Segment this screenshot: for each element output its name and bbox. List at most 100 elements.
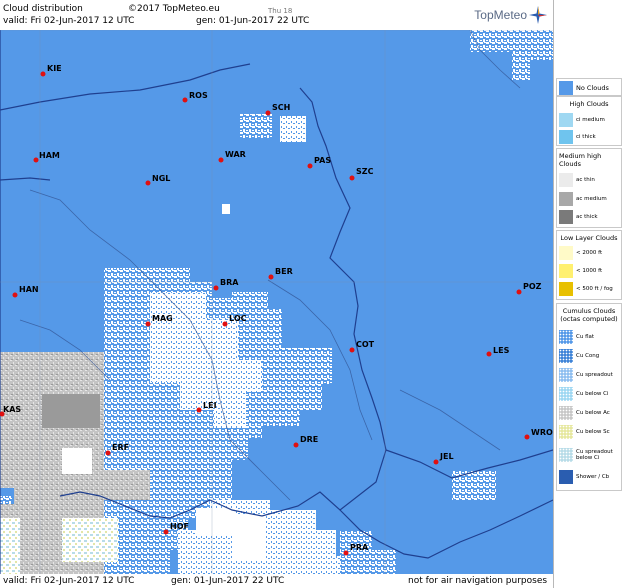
map-header: Cloud distribution ©2017 TopMeteo.eu Thu… [0,0,553,30]
cu-flat-swatch [559,330,573,344]
ac-thin-label: ac thin [576,177,595,183]
city-label-kie: KIE [47,64,62,73]
ci-medium-label: ci medium [576,117,605,123]
generated-time: gen: 01-Jun-2017 22 UTC [196,16,310,26]
city-dot-ber [268,274,274,280]
city-dot-han [12,292,18,298]
city-label-dre: DRE [300,435,319,444]
cu-spreadout-swatch [559,368,573,382]
city-dot-dre [293,442,299,448]
medium-clouds-title: Medium high Clouds [559,152,602,168]
city-dot-erf [105,450,111,456]
city-label-kas: KAS [3,405,22,414]
city-dot-pas [307,163,313,169]
legend-medium-clouds: Medium high Clouds ac thin ac medium ac … [556,148,622,228]
city-label-ham: HAM [39,151,60,160]
city-label-hof: HOF [170,522,189,531]
cu-below-ac-label: Cu below Ac [576,410,610,416]
city-dot-poz [516,289,522,295]
legend-panel: No Clouds High Clouds ci medium ci thick… [553,0,623,588]
map-footer: valid: Fri 02-Jun-2017 12 UTC gen: 01-Ju… [0,574,553,588]
city-dot-sch [265,110,271,116]
topmeteo-logo: TopMeteo [474,6,547,24]
low-2000-label: < 2000 ft [576,250,603,256]
legend-low-clouds: Low Layer Clouds < 2000 ft < 1000 ft < 5… [556,230,622,300]
city-dot-mag [145,321,151,327]
cu-cong-label: Cu Cong [576,353,600,359]
city-label-sch: SCH [272,103,291,112]
city-dot-pra [343,550,349,556]
city-label-bra: BRA [220,278,239,287]
ci-thick-label: ci thick [576,134,596,140]
ac-thin-swatch [559,173,573,187]
cu-below-ac-swatch [559,406,573,420]
no-clouds-swatch [559,81,573,95]
city-label-cot: COT [356,340,375,349]
map-title: Cloud distribution [3,4,83,14]
cu-spreadout-below-ci-label: Cu spreadout below Ci [576,449,613,461]
city-dot-wro [524,434,530,440]
high-clouds-title: High Clouds [569,100,609,108]
city-dot-jel [433,459,439,465]
city-dot-bra [213,285,219,291]
ac-medium-swatch [559,192,573,206]
shower-cb-swatch [559,470,573,484]
city-dot-szc [349,175,355,181]
city-label-ros: ROS [189,91,208,100]
copyright: ©2017 TopMeteo.eu [128,4,220,14]
city-label-erf: ERF [112,443,130,452]
city-dot-ros [182,97,188,103]
city-label-ngl: NGL [152,174,171,183]
city-label-pas: PAS [314,156,332,165]
city-dot-cot [349,347,355,353]
day-label: Thu 18 [268,7,293,15]
city-label-loc: LOC [229,314,247,323]
no-clouds-label: No Clouds [576,84,609,92]
ci-thick-swatch [559,130,573,144]
city-dot-war [218,157,224,163]
city-label-lei: LEI [203,401,217,410]
city-label-pra: PRA [350,543,369,552]
cu-below-ci-swatch [559,387,573,401]
city-dot-lei [196,407,202,413]
cu-below-ci-label: Cu below Ci [576,391,609,397]
low-clouds-title: Low Layer Clouds [560,234,618,242]
low-500-swatch [559,282,573,296]
legend-high-clouds: High Clouds ci medium ci thick [556,96,622,146]
disclaimer: not for air navigation purposes [408,576,548,586]
legend-cumulus-clouds: Cumulus Clouds (octas computed) Cu flat … [556,303,622,491]
city-label-mag: MAG [152,314,173,323]
low-1000-swatch [559,264,573,278]
low-500-label: < 500 ft / fog [576,286,613,292]
cu-spreadout-below-ci-swatch [559,448,573,462]
cu-flat-label: Cu flat [576,334,595,340]
city-dot-les [486,351,492,357]
ci-medium-swatch [559,113,573,127]
city-label-han: HAN [19,285,39,294]
brand-name: TopMeteo [474,8,527,22]
city-label-les: LES [493,346,510,355]
city-label-ber: BER [275,267,293,276]
ac-medium-label: ac medium [576,196,607,202]
city-label-jel: JEL [440,452,454,461]
cu-cong-swatch [559,349,573,363]
low-2000-swatch [559,246,573,260]
cumulus-title: Cumulus Clouds (octas computed) [560,307,618,323]
valid-time: valid: Fri 02-Jun-2017 12 UTC [3,16,135,26]
city-label-wro: WRO [531,428,553,437]
footer-generated-time: gen: 01-Jun-2017 22 UTC [171,576,285,586]
ac-thick-swatch [559,210,573,224]
shower-cb-label: Shower / Cb [576,474,610,480]
cloud-map: KIE ROS SCH HAM WAR PAS SZC NGL HAN BRA … [0,30,553,574]
city-dot-hof [163,529,169,535]
low-1000-label: < 1000 ft [576,268,603,274]
city-label-war: WAR [225,150,246,159]
cu-below-sc-swatch [559,425,573,439]
cu-spreadout-label: Cu spreadout [576,372,613,378]
footer-valid-time: valid: Fri 02-Jun-2017 12 UTC [3,576,135,586]
city-label-szc: SZC [356,167,374,176]
city-dot-kie [40,71,46,77]
city-dot-ngl [145,180,151,186]
cu-below-sc-label: Cu below Sc [576,429,610,435]
city-dot-ham [33,157,39,163]
